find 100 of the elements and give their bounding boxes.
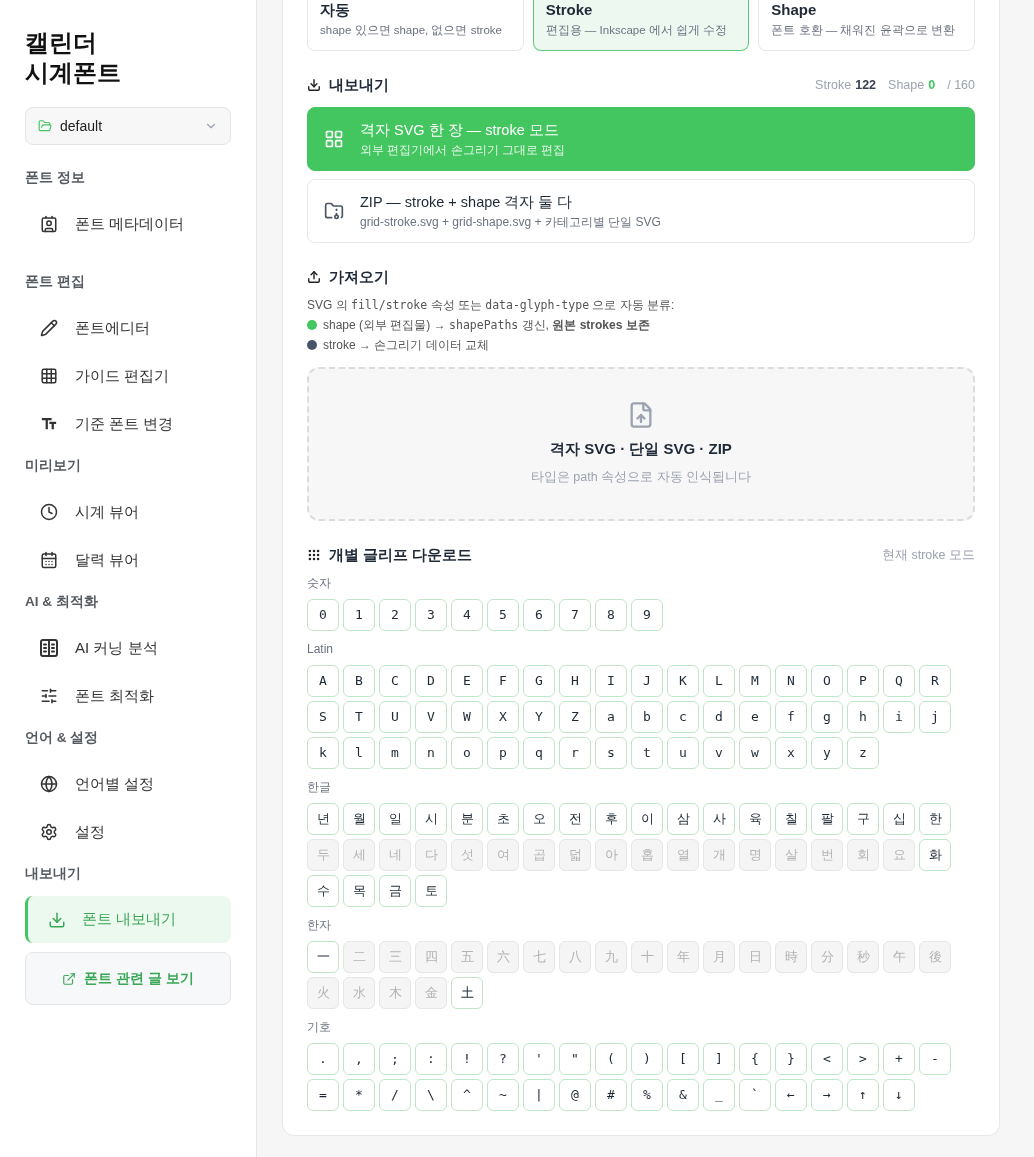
glyph-tile[interactable]: 금 bbox=[379, 875, 411, 907]
glyph-tile[interactable]: ` bbox=[739, 1079, 771, 1111]
project-dropdown[interactable]: default bbox=[25, 107, 231, 145]
glyph-tile[interactable]: W bbox=[451, 701, 483, 733]
glyph-tile[interactable]: p bbox=[487, 737, 519, 769]
nav-item[interactable]: 기준 폰트 변경 bbox=[25, 400, 231, 448]
glyph-tile[interactable]: d bbox=[703, 701, 735, 733]
drop-zone[interactable]: 격자 SVG · 단일 SVG · ZIP 타입은 path 속성으로 자동 인식됩니다 bbox=[307, 367, 975, 521]
glyph-tile[interactable]: C bbox=[379, 665, 411, 697]
nav-item[interactable]: 달력 뷰어 bbox=[25, 536, 231, 584]
glyph-tile[interactable]: 수 bbox=[307, 875, 339, 907]
glyph-tile[interactable]: V bbox=[415, 701, 447, 733]
glyph-tile[interactable]: P bbox=[847, 665, 879, 697]
glyph-tile[interactable]: 십 bbox=[883, 803, 915, 835]
glyph-tile[interactable]: m bbox=[379, 737, 411, 769]
glyph-tile[interactable]: I bbox=[595, 665, 627, 697]
nav-item[interactable]: 폰트 메타데이터 bbox=[25, 200, 231, 248]
glyph-tile[interactable]: M bbox=[739, 665, 771, 697]
glyph-tile[interactable]: + bbox=[883, 1043, 915, 1075]
glyph-tile[interactable]: 9 bbox=[631, 599, 663, 631]
glyph-tile[interactable]: [ bbox=[667, 1043, 699, 1075]
nav-item[interactable]: 언어별 설정 bbox=[25, 760, 231, 808]
glyph-tile[interactable]: c bbox=[667, 701, 699, 733]
glyph-tile[interactable]: / bbox=[379, 1079, 411, 1111]
glyph-tile[interactable]: → bbox=[811, 1079, 843, 1111]
glyph-tile[interactable]: z bbox=[847, 737, 879, 769]
glyph-tile[interactable]: , bbox=[343, 1043, 375, 1075]
glyph-tile[interactable]: & bbox=[667, 1079, 699, 1111]
glyph-tile[interactable]: = bbox=[307, 1079, 339, 1111]
glyph-tile[interactable]: 시 bbox=[415, 803, 447, 835]
glyph-tile[interactable]: ] bbox=[703, 1043, 735, 1075]
glyph-tile[interactable]: Z bbox=[559, 701, 591, 733]
nav-item[interactable]: 가이드 편집기 bbox=[25, 352, 231, 400]
glyph-tile[interactable]: u bbox=[667, 737, 699, 769]
glyph-tile[interactable]: ( bbox=[595, 1043, 627, 1075]
nav-item[interactable]: 시계 뷰어 bbox=[25, 488, 231, 536]
glyph-tile[interactable]: # bbox=[595, 1079, 627, 1111]
glyph-tile[interactable]: 오 bbox=[523, 803, 555, 835]
glyph-tile[interactable]: X bbox=[487, 701, 519, 733]
glyph-tile[interactable]: 칠 bbox=[775, 803, 807, 835]
glyph-tile[interactable]: n bbox=[415, 737, 447, 769]
glyph-tile[interactable]: x bbox=[775, 737, 807, 769]
glyph-tile[interactable]: a bbox=[595, 701, 627, 733]
glyph-tile[interactable]: ↓ bbox=[883, 1079, 915, 1111]
glyph-tile[interactable]: b bbox=[631, 701, 663, 733]
glyph-tile[interactable]: K bbox=[667, 665, 699, 697]
glyph-tile[interactable]: ? bbox=[487, 1043, 519, 1075]
glyph-tile[interactable]: 삼 bbox=[667, 803, 699, 835]
nav-item[interactable]: 설정 bbox=[25, 808, 231, 856]
glyph-tile[interactable]: 초 bbox=[487, 803, 519, 835]
glyph-tile[interactable]: 3 bbox=[415, 599, 447, 631]
glyph-tile[interactable]: 육 bbox=[739, 803, 771, 835]
glyph-tile[interactable]: 2 bbox=[379, 599, 411, 631]
glyph-tile[interactable]: " bbox=[559, 1043, 591, 1075]
glyph-tile[interactable]: 분 bbox=[451, 803, 483, 835]
glyph-tile[interactable]: j bbox=[919, 701, 951, 733]
glyph-tile[interactable]: 팔 bbox=[811, 803, 843, 835]
glyph-tile[interactable]: E bbox=[451, 665, 483, 697]
glyph-tile[interactable]: > bbox=[847, 1043, 879, 1075]
glyph-tile[interactable]: 후 bbox=[595, 803, 627, 835]
glyph-tile[interactable]: r bbox=[559, 737, 591, 769]
glyph-tile[interactable]: 8 bbox=[595, 599, 627, 631]
glyph-tile[interactable]: 7 bbox=[559, 599, 591, 631]
glyph-tile[interactable]: g bbox=[811, 701, 843, 733]
glyph-tile[interactable]: ' bbox=[523, 1043, 555, 1075]
glyph-tile[interactable]: 0 bbox=[307, 599, 339, 631]
glyph-tile[interactable]: H bbox=[559, 665, 591, 697]
glyph-tile[interactable]: D bbox=[415, 665, 447, 697]
nav-item[interactable]: 폰트에디터 bbox=[25, 304, 231, 352]
glyph-tile[interactable]: 1 bbox=[343, 599, 375, 631]
nav-item[interactable]: 폰트 최적화 bbox=[25, 672, 231, 720]
glyph-tile[interactable]: t bbox=[631, 737, 663, 769]
glyph-tile[interactable]: h bbox=[847, 701, 879, 733]
mode-card[interactable]: Shape 폰트 호환 — 채워진 윤곽으로 변환 bbox=[758, 0, 975, 51]
glyph-tile[interactable]: o bbox=[451, 737, 483, 769]
glyph-tile[interactable]: < bbox=[811, 1043, 843, 1075]
glyph-tile[interactable]: 一 bbox=[307, 941, 339, 973]
glyph-tile[interactable]: U bbox=[379, 701, 411, 733]
glyph-tile[interactable]: T bbox=[343, 701, 375, 733]
glyph-tile[interactable]: k bbox=[307, 737, 339, 769]
glyph-tile[interactable]: : bbox=[415, 1043, 447, 1075]
glyph-tile[interactable]: S bbox=[307, 701, 339, 733]
glyph-tile[interactable]: v bbox=[703, 737, 735, 769]
glyph-tile[interactable]: Y bbox=[523, 701, 555, 733]
glyph-tile[interactable]: F bbox=[487, 665, 519, 697]
glyph-tile[interactable]: l bbox=[343, 737, 375, 769]
glyph-tile[interactable]: ~ bbox=[487, 1079, 519, 1111]
glyph-tile[interactable]: 일 bbox=[379, 803, 411, 835]
mode-card[interactable]: Stroke 편집용 — Inkscape 에서 쉽게 수정 bbox=[532, 0, 750, 51]
glyph-tile[interactable]: w bbox=[739, 737, 771, 769]
glyph-tile[interactable]: G bbox=[523, 665, 555, 697]
glyph-tile[interactable]: O bbox=[811, 665, 843, 697]
glyph-tile[interactable]: J bbox=[631, 665, 663, 697]
mode-card[interactable]: 자동 shape 있으면 shape, 없으면 stroke bbox=[307, 0, 524, 51]
glyph-tile[interactable]: _ bbox=[703, 1079, 735, 1111]
glyph-tile[interactable]: ↑ bbox=[847, 1079, 879, 1111]
glyph-tile[interactable]: 5 bbox=[487, 599, 519, 631]
glyph-tile[interactable]: 년 bbox=[307, 803, 339, 835]
glyph-tile[interactable]: ^ bbox=[451, 1079, 483, 1111]
glyph-tile[interactable]: N bbox=[775, 665, 807, 697]
